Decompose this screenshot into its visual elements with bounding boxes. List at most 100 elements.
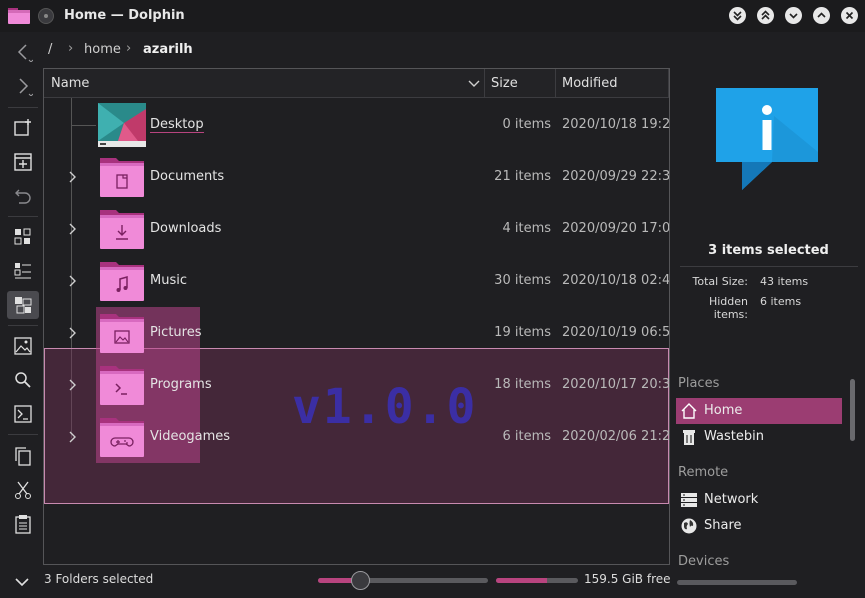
folder-downloads-icon bbox=[100, 210, 144, 249]
breadcrumb-root[interactable]: / bbox=[48, 42, 52, 57]
file-row[interactable]: Music 30 items 2020/10/18 02:40 bbox=[44, 255, 669, 307]
column-header: Name Size Modified bbox=[44, 69, 669, 98]
new-tab-button[interactable] bbox=[7, 148, 39, 176]
icons-view-button[interactable] bbox=[7, 223, 39, 251]
maximize-button[interactable] bbox=[813, 7, 830, 24]
file-row[interactable]: Documents 21 items 2020/09/29 22:33 bbox=[44, 151, 669, 203]
details-view-button[interactable] bbox=[7, 291, 39, 319]
main-toolbar bbox=[0, 32, 44, 598]
back-button[interactable] bbox=[7, 38, 39, 66]
window-title: Home — Dolphin bbox=[64, 8, 185, 23]
status-bar: 3 Folders selected 159.5 GiB free bbox=[0, 568, 865, 598]
new-window-button[interactable] bbox=[7, 114, 39, 142]
breadcrumb-current[interactable]: azarilh bbox=[143, 42, 193, 57]
chevron-right-icon: › bbox=[68, 41, 74, 56]
minimize-button[interactable] bbox=[785, 7, 802, 24]
file-name: Desktop bbox=[150, 117, 204, 133]
close-button[interactable] bbox=[841, 7, 858, 24]
expand-arrow-icon[interactable] bbox=[68, 171, 78, 183]
paste-icon bbox=[15, 515, 31, 534]
toolbar-separator bbox=[8, 325, 38, 326]
folder-music-icon bbox=[100, 262, 144, 301]
window-menu-button[interactable] bbox=[38, 8, 54, 24]
column-name[interactable]: Name bbox=[51, 69, 89, 98]
place-label: Network bbox=[704, 492, 759, 507]
places-header: Places bbox=[678, 376, 720, 391]
keep-below-icon bbox=[733, 11, 742, 21]
divider bbox=[680, 266, 858, 267]
free-space-text: 159.5 GiB free bbox=[584, 572, 671, 586]
hidden-items-value: 6 items bbox=[760, 295, 802, 308]
zoom-slider-handle[interactable] bbox=[351, 571, 371, 590]
file-size: 21 items bbox=[494, 169, 551, 184]
file-modified: 2020/09/29 22:33 bbox=[562, 169, 670, 184]
copy-button[interactable] bbox=[7, 442, 39, 470]
file-size: 4 items bbox=[502, 221, 551, 236]
terminal-icon bbox=[14, 405, 32, 423]
breadcrumb-home[interactable]: home bbox=[84, 42, 121, 57]
file-modified: 2020/10/18 02:40 bbox=[562, 273, 670, 288]
expand-arrow-icon[interactable] bbox=[68, 379, 78, 391]
places-scrollbar[interactable] bbox=[850, 379, 855, 441]
file-modified: 2020/10/19 06:54 bbox=[562, 325, 670, 340]
information-icon bbox=[716, 88, 818, 190]
terminal-button[interactable] bbox=[7, 400, 39, 428]
toolbar-separator bbox=[8, 434, 38, 435]
file-modified: 2020/10/18 19:27 bbox=[562, 117, 670, 132]
title-bar[interactable]: Home — Dolphin bbox=[0, 0, 865, 32]
selection-summary: 3 items selected bbox=[708, 243, 829, 258]
forward-button[interactable] bbox=[7, 72, 39, 100]
compact-view-button[interactable] bbox=[7, 257, 39, 285]
preview-button[interactable] bbox=[7, 332, 39, 360]
keep-below-button[interactable] bbox=[729, 7, 746, 24]
expand-arrow-icon[interactable] bbox=[68, 327, 78, 339]
expand-arrow-icon[interactable] bbox=[68, 223, 78, 235]
remote-header: Remote bbox=[678, 465, 729, 480]
column-modified[interactable]: Modified bbox=[562, 69, 617, 98]
place-home[interactable]: Home bbox=[676, 398, 842, 424]
horizontal-scrollbar[interactable] bbox=[677, 580, 797, 585]
file-name: Music bbox=[150, 273, 187, 288]
column-divider[interactable] bbox=[668, 69, 669, 98]
dolphin-app-icon bbox=[8, 8, 30, 24]
icons-view-icon bbox=[14, 228, 31, 245]
place-wastebin[interactable]: Wastebin bbox=[676, 424, 842, 450]
chevron-down-icon[interactable] bbox=[468, 79, 480, 89]
file-row[interactable]: Programs 18 items 2020/10/17 20:38 bbox=[44, 359, 669, 411]
paste-button[interactable] bbox=[7, 510, 39, 538]
file-row[interactable]: Desktop 0 items 2020/10/18 19:27 bbox=[44, 99, 669, 151]
column-size[interactable]: Size bbox=[491, 69, 518, 98]
chevron-down-icon[interactable] bbox=[14, 576, 30, 588]
free-space-bar bbox=[496, 578, 578, 583]
expand-arrow-icon[interactable] bbox=[68, 431, 78, 443]
search-button[interactable] bbox=[7, 366, 39, 394]
place-share[interactable]: Share bbox=[676, 513, 842, 539]
zoom-slider[interactable] bbox=[318, 571, 488, 590]
file-row[interactable]: Videogames 6 items 2020/02/06 21:23 bbox=[44, 411, 669, 463]
column-divider[interactable] bbox=[484, 69, 485, 98]
file-size: 0 items bbox=[502, 117, 551, 132]
close-icon bbox=[845, 11, 854, 20]
desktop-folder-icon bbox=[98, 103, 146, 147]
maximize-icon bbox=[817, 12, 826, 18]
place-label: Wastebin bbox=[704, 429, 764, 444]
cut-button[interactable] bbox=[7, 476, 39, 504]
expand-arrow-icon[interactable] bbox=[68, 275, 78, 287]
file-name: Pictures bbox=[150, 325, 202, 340]
hidden-items-label: Hidden items: bbox=[708, 295, 748, 321]
file-row[interactable]: Pictures 19 items 2020/10/19 06:54 bbox=[44, 307, 669, 359]
place-network[interactable]: Network bbox=[676, 487, 842, 513]
undo-button[interactable] bbox=[7, 182, 39, 210]
arrow-right-icon bbox=[19, 78, 33, 96]
new-window-icon bbox=[14, 119, 31, 136]
file-size: 18 items bbox=[494, 377, 551, 392]
file-size: 6 items bbox=[502, 429, 551, 444]
file-modified: 2020/10/17 20:38 bbox=[562, 377, 670, 392]
file-modified: 2020/02/06 21:23 bbox=[562, 429, 670, 444]
file-name: Programs bbox=[150, 377, 212, 392]
file-row[interactable]: Downloads 4 items 2020/09/20 17:05 bbox=[44, 203, 669, 255]
column-divider[interactable] bbox=[555, 69, 556, 98]
undo-icon bbox=[15, 189, 31, 204]
keep-above-button[interactable] bbox=[757, 7, 774, 24]
file-view[interactable]: Name Size Modified v1.0.0 Desktop 0 items… bbox=[43, 68, 670, 565]
